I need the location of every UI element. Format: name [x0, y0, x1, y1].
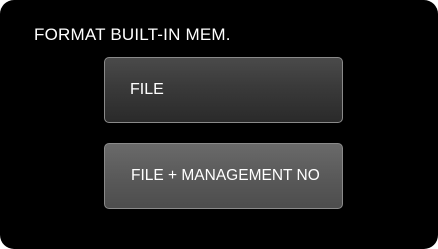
file-button[interactable]: FILE	[104, 57, 343, 123]
format-screen: FORMAT BUILT-IN MEM. FILE FILE + MANAGEM…	[0, 0, 438, 249]
file-button-label: FILE	[130, 81, 164, 98]
screen-title: FORMAT BUILT-IN MEM.	[34, 25, 231, 44]
file-management-no-button-label: FILE + MANAGEMENT NO	[131, 167, 320, 184]
file-management-no-button[interactable]: FILE + MANAGEMENT NO	[104, 143, 343, 209]
